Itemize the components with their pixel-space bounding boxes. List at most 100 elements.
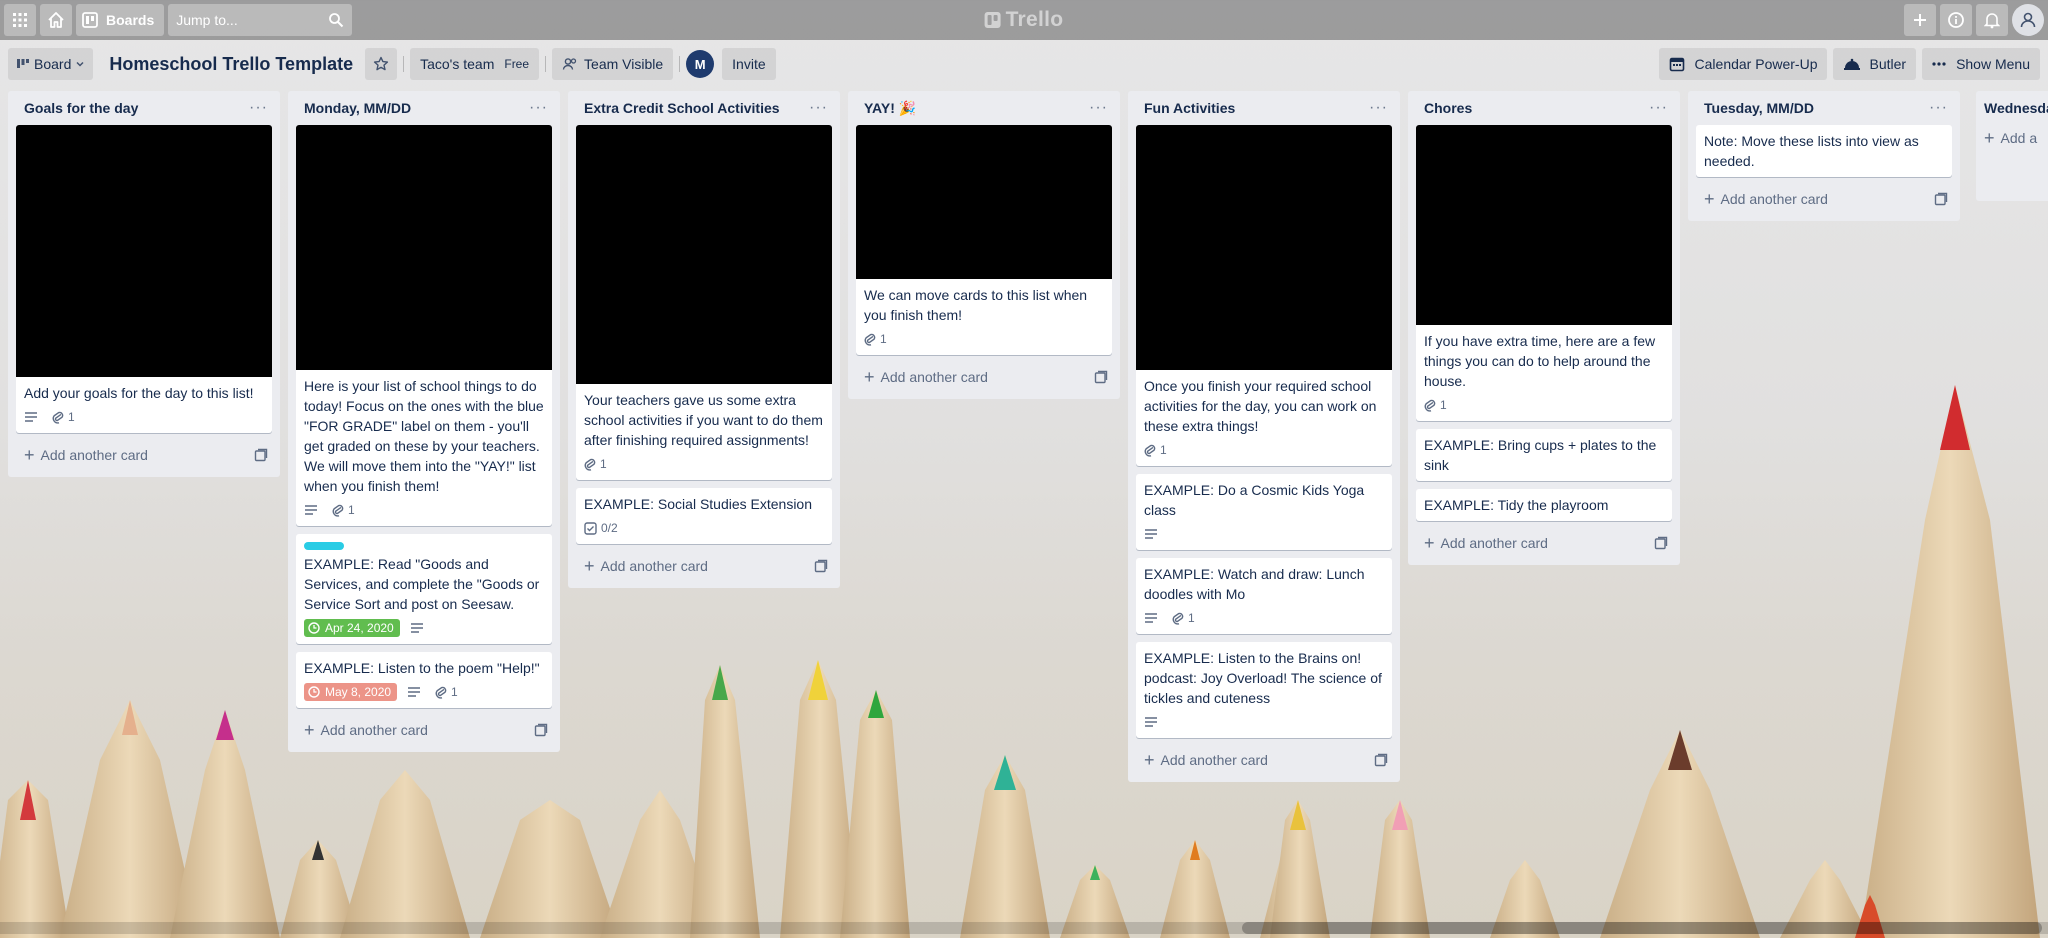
attachment-badge: 1 <box>52 410 75 424</box>
board-view-icon <box>17 59 29 68</box>
trello-logo-icon <box>984 12 1001 28</box>
for-grade-label[interactable] <box>304 542 344 550</box>
card[interactable]: EXAMPLE: Do a Cosmic Kids Yoga class <box>1136 474 1392 550</box>
add-card-label: Add another card <box>600 558 708 574</box>
card[interactable]: EXAMPLE: Listen to the poem "Help!" May … <box>296 652 552 708</box>
calendar-powerup-button[interactable]: Calendar Power-Up <box>1658 48 1828 80</box>
card[interactable]: EXAMPLE: Bring cups + plates to the sink <box>1416 429 1672 481</box>
add-card-button[interactable]: + Add another card <box>1136 746 1392 774</box>
visibility-button[interactable]: Team Visible <box>552 48 674 80</box>
card-template-icon[interactable] <box>534 723 548 737</box>
plus-icon: + <box>1984 128 1995 148</box>
header-divider <box>679 56 681 72</box>
notifications-button[interactable] <box>1976 4 2008 36</box>
board-view-switcher[interactable]: Board <box>8 48 94 80</box>
list-title[interactable]: Monday, MM/DD <box>304 100 411 116</box>
plus-icon: + <box>864 367 875 387</box>
paperclip-icon <box>1144 444 1156 457</box>
plus-icon: + <box>24 445 35 465</box>
board-header: Board Homeschool Trello Template Taco's … <box>0 44 2048 84</box>
member-avatar[interactable]: M <box>686 50 715 78</box>
jump-to-search-input[interactable]: Jump to... <box>168 4 353 36</box>
invite-button[interactable]: Invite <box>722 48 776 80</box>
home-button[interactable] <box>40 4 72 36</box>
description-icon <box>1145 529 1157 539</box>
bell-icon <box>1984 13 2000 29</box>
list-title[interactable]: Extra Credit School Activities <box>584 100 780 116</box>
add-card-button[interactable]: + Add another card <box>1696 185 1952 213</box>
description-icon <box>305 505 317 515</box>
add-card-button[interactable]: + Add another card <box>296 716 552 744</box>
card[interactable]: Your teachers gave us some extra school … <box>576 125 832 480</box>
add-card-button[interactable]: + Add a <box>1984 124 2048 152</box>
info-button[interactable] <box>1940 4 1972 36</box>
card[interactable]: EXAMPLE: Social Studies Extension 0/2 <box>576 488 832 544</box>
list-title[interactable]: Goals for the day <box>24 100 138 116</box>
add-card-button[interactable]: + Add another card <box>16 441 272 469</box>
star-board-button[interactable] <box>365 48 398 80</box>
card-template-icon[interactable] <box>254 448 268 462</box>
clock-icon <box>308 686 320 698</box>
description-icon <box>25 412 37 422</box>
card[interactable]: Here is your list of school things to do… <box>296 125 552 526</box>
paperclip-icon <box>332 504 344 517</box>
create-button[interactable] <box>1904 4 1936 36</box>
butler-label: Butler <box>1869 56 1907 72</box>
add-card-label: Add another card <box>320 722 428 738</box>
card[interactable]: EXAMPLE: Read "Goods and Services, and c… <box>296 534 552 644</box>
card[interactable]: Once you finish your required school act… <box>1136 125 1392 466</box>
list-title[interactable]: Tuesday, MM/DD <box>1704 100 1814 116</box>
card-template-icon[interactable] <box>1094 370 1108 384</box>
butler-button[interactable]: Butler <box>1833 48 1917 80</box>
team-button[interactable]: Taco's team Free <box>410 48 540 80</box>
add-card-button[interactable]: + Add another card <box>856 363 1112 391</box>
scrollbar-thumb[interactable] <box>1242 922 2042 934</box>
calendar-powerup-label: Calendar Power-Up <box>1694 56 1818 72</box>
add-card-label: Add another card <box>880 369 988 385</box>
card[interactable]: We can move cards to this list when you … <box>856 125 1112 355</box>
apps-switcher-button[interactable] <box>4 4 36 36</box>
list-title[interactable]: Fun Activities <box>1144 100 1235 116</box>
star-icon <box>373 56 389 71</box>
description-badge <box>407 686 425 698</box>
list-title[interactable]: Chores <box>1424 100 1472 116</box>
show-menu-button[interactable]: Show Menu <box>1922 48 2040 80</box>
list-menu-button[interactable]: ··· <box>529 99 548 117</box>
list-menu-button[interactable]: ··· <box>249 99 268 117</box>
board-title[interactable]: Homeschool Trello Template <box>99 54 365 75</box>
attachment-badge: 1 <box>1172 611 1195 625</box>
paperclip-icon <box>1172 612 1184 625</box>
card-cover-image <box>1416 125 1672 325</box>
account-avatar-button[interactable] <box>2012 4 2044 36</box>
due-date-badge[interactable]: Apr 24, 2020 <box>304 619 400 637</box>
home-icon <box>48 12 64 28</box>
user-icon <box>2020 12 2036 28</box>
list-menu-button[interactable]: ··· <box>1929 99 1948 117</box>
card[interactable]: EXAMPLE: Tidy the playroom <box>1416 489 1672 521</box>
boards-button[interactable]: Boards <box>76 4 165 36</box>
card-template-icon[interactable] <box>1934 192 1948 206</box>
list-title[interactable]: YAY! 🎉 <box>864 100 916 117</box>
list-extra-credit: Extra Credit School Activities ··· Your … <box>568 91 840 588</box>
card-template-icon[interactable] <box>1374 753 1388 767</box>
board-view-label: Board <box>34 56 72 72</box>
list-menu-button[interactable]: ··· <box>809 99 828 117</box>
list-menu-button[interactable]: ··· <box>1089 99 1108 117</box>
card[interactable]: EXAMPLE: Watch and draw: Lunch doodles w… <box>1136 558 1392 634</box>
due-date-badge[interactable]: May 8, 2020 <box>304 683 398 701</box>
plus-icon: + <box>1424 533 1435 553</box>
list-menu-button[interactable]: ··· <box>1369 99 1388 117</box>
add-card-button[interactable]: + Add another card <box>1416 529 1672 557</box>
card[interactable]: EXAMPLE: Listen to the Brains on! podcas… <box>1136 642 1392 738</box>
card[interactable]: Add your goals for the day to this list!… <box>16 125 272 433</box>
card[interactable]: If you have extra time, here are a few t… <box>1416 125 1672 421</box>
add-card-button[interactable]: + Add another card <box>576 552 832 580</box>
card[interactable]: Note: Move these lists into view as need… <box>1696 125 1952 177</box>
card-template-icon[interactable] <box>1654 536 1668 550</box>
trello-logo[interactable]: Trello <box>984 8 1064 32</box>
card-template-icon[interactable] <box>814 559 828 573</box>
board-horizontal-scrollbar[interactable] <box>0 922 2048 934</box>
list-title[interactable]: Wednesda <box>1984 100 2048 116</box>
card-title: EXAMPLE: Do a Cosmic Kids Yoga class <box>1144 482 1365 518</box>
list-menu-button[interactable]: ··· <box>1649 99 1668 117</box>
